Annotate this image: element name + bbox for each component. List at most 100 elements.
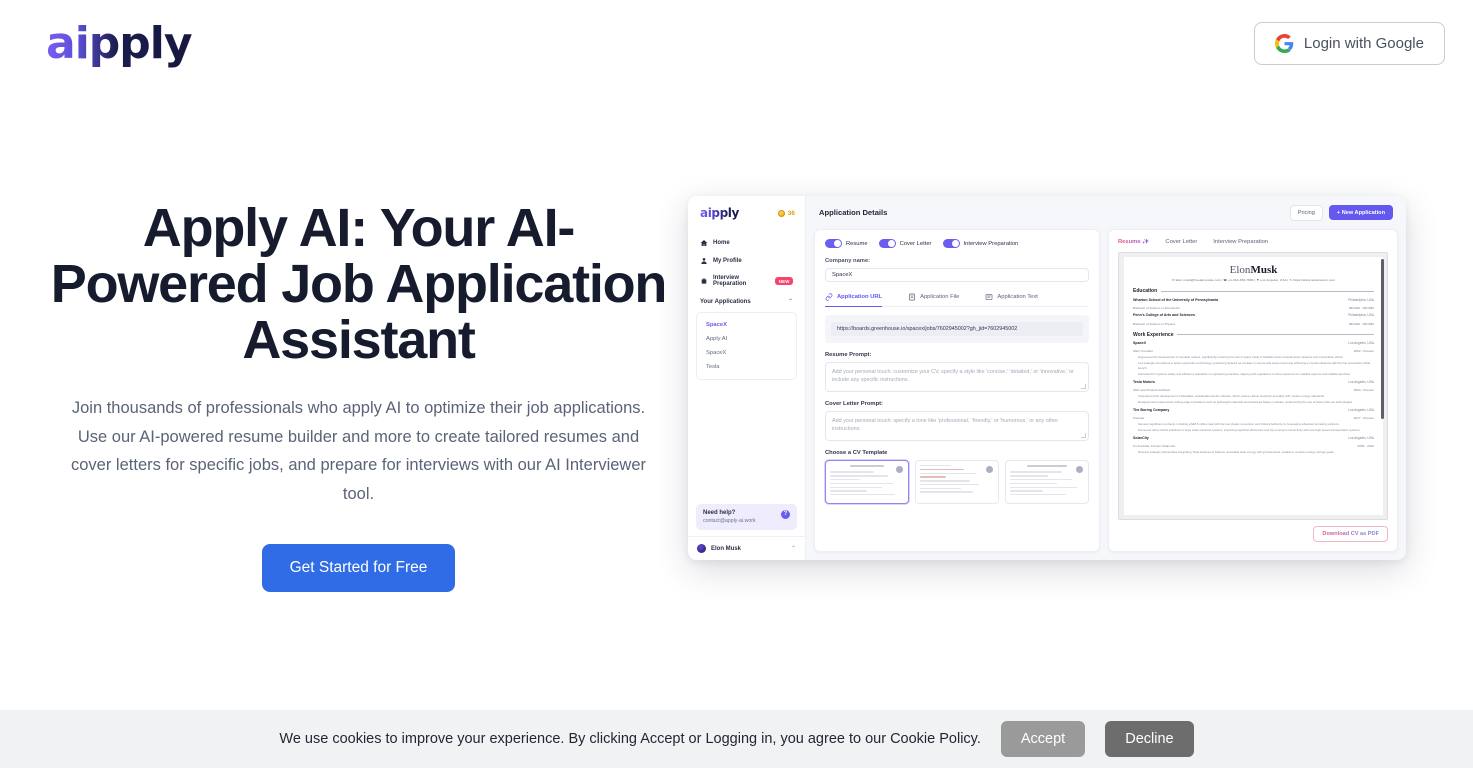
- download-cv-pdf-button[interactable]: Download CV as PDF: [1313, 526, 1388, 542]
- entry-bullet: Secured significant contracts, including…: [1138, 421, 1340, 426]
- resume-document: ElonMusk ✉ Elon.musk@freelancetute.com |…: [1124, 257, 1383, 515]
- resume-education-heading: Education: [1133, 288, 1374, 294]
- list-item[interactable]: SpaceX: [697, 346, 796, 360]
- file-icon: [909, 293, 916, 301]
- entry-dates: 2006 - 2016: [1357, 443, 1374, 448]
- cv-template-option[interactable]: [915, 460, 999, 504]
- entry-bullet: Directed strategic partnerships integrat…: [1138, 449, 1335, 454]
- chevron-up-icon: ⌃: [790, 546, 796, 552]
- sidebar-item-label: My Profile: [713, 258, 742, 264]
- sidebar-section-your-applications[interactable]: Your Applications ⌃: [697, 292, 796, 310]
- resume-contact-line: ✉ Elon.musk@freelancetute.com | ☎ +1-310…: [1171, 278, 1336, 282]
- resume-prompt-input[interactable]: Add your personal touch: customize your …: [825, 362, 1089, 392]
- entry-bullet: Designed and implemented cutting-edge in…: [1138, 399, 1353, 404]
- toggle-cover-letter[interactable]: Cover Letter: [878, 239, 932, 248]
- application-url-section: https://boards.greenhouse.io/spacex/jobs…: [825, 315, 1089, 343]
- entry-location: Los Angeles, USA: [1348, 407, 1374, 412]
- app-main-body: Resume Cover Letter Interview Preparatio…: [806, 229, 1406, 560]
- toggle-switch[interactable]: [825, 239, 842, 248]
- help-card[interactable]: Need help? contact@apply-ai.work ?: [696, 503, 797, 530]
- sidebar-user-name: Elon Musk: [711, 545, 742, 552]
- cv-template-option[interactable]: [1005, 460, 1089, 504]
- accept-cookies-button[interactable]: Accept: [1000, 721, 1086, 757]
- entry-subtitle: CEO, Founder: [1133, 349, 1153, 354]
- entry-location: Philadelphia, USA: [1348, 297, 1374, 302]
- application-url-input[interactable]: https://boards.greenhouse.io/spacex/jobs…: [831, 322, 1083, 336]
- entry-org: Tesla Motors: [1133, 379, 1155, 384]
- entry-subtitle: Bachelor of Science in Physics: [1133, 321, 1176, 326]
- page-title: Apply AI: Your AI-Powered Job Applicatio…: [50, 198, 668, 371]
- tab-application-text[interactable]: Application Text: [985, 293, 1038, 301]
- avatar: [1076, 466, 1083, 473]
- entry-subtitle: Co-Founder, Former Chairman: [1133, 443, 1176, 448]
- cv-template-option[interactable]: [825, 460, 909, 504]
- sidebar-nav: Home My Profile Interview Preparation NE…: [688, 234, 805, 310]
- toggle-switch[interactable]: [878, 239, 896, 248]
- new-application-button[interactable]: + New Application: [1328, 205, 1393, 220]
- sidebar-item-my-profile[interactable]: My Profile: [697, 252, 796, 270]
- app-sidebar: aipply 36 Home My Profile Interview Prep…: [688, 196, 806, 560]
- entry-subtitle: CEO and Product Architect: [1133, 387, 1170, 392]
- resume-entry: The Boring Company Los Angeles, USA: [1133, 408, 1374, 412]
- sidebar-item-label: Interview Preparation: [713, 275, 747, 287]
- entry-org: SpaceX: [1133, 341, 1146, 346]
- list-item[interactable]: Apply AI: [697, 332, 796, 346]
- company-name-input[interactable]: SpaceX: [825, 268, 1089, 282]
- tab-interview-preparation[interactable]: Interview Preparation: [1213, 239, 1268, 245]
- user-icon: [701, 258, 707, 264]
- preview-tabs: Resume ✨ Cover Letter Interview Preparat…: [1118, 239, 1388, 245]
- tab-application-file[interactable]: Application File: [908, 293, 959, 301]
- entry-subtitle: Founder: [1133, 415, 1145, 420]
- toggle-resume[interactable]: Resume: [825, 239, 868, 248]
- resume-entry: Tesla Motors Los Angeles, USA: [1133, 380, 1374, 384]
- cover-letter-prompt-label: Cover Letter Prompt:: [825, 401, 883, 407]
- hero-subtitle: Join thousands of professionals who appl…: [71, 399, 646, 503]
- scrollbar[interactable]: [1381, 259, 1384, 419]
- pricing-button[interactable]: Pricing: [1289, 204, 1323, 221]
- avatar: [986, 466, 993, 473]
- entry-org: The Boring Company: [1133, 407, 1170, 412]
- get-started-button[interactable]: Get Started for Free: [261, 543, 456, 592]
- help-title: Need help?: [703, 509, 736, 516]
- entry-subtitle: Bachelor of Science in Economics: [1133, 305, 1180, 310]
- login-with-google-button[interactable]: Login with Google: [1253, 21, 1445, 65]
- cookie-banner-text: We use cookies to improve your experienc…: [279, 731, 981, 747]
- section-heading-text: Work Experience: [1133, 331, 1174, 338]
- sidebar-item-home[interactable]: Home: [697, 234, 796, 252]
- tab-resume[interactable]: Resume ✨: [1118, 239, 1149, 245]
- avatar: [697, 544, 706, 553]
- resume-entry: Penn's College of Arts and Sciences Phil…: [1133, 313, 1374, 317]
- tab-cover-letter[interactable]: Cover Letter: [1165, 239, 1197, 245]
- sidebar-logo: aipply: [700, 206, 739, 220]
- cv-template-label: Choose a CV Template: [825, 450, 888, 456]
- google-g-icon: [1274, 33, 1294, 53]
- brand-logo[interactable]: aipply: [46, 18, 193, 69]
- link-icon: [825, 293, 833, 301]
- sidebar-item-interview-preparation[interactable]: Interview Preparation NEW: [697, 270, 796, 292]
- resume-entry-sub: Bachelor of Science in Physics 08/1992 -…: [1133, 321, 1374, 326]
- entry-org: Wharton School of the University of Penn…: [1133, 297, 1219, 302]
- list-item[interactable]: Tesla: [697, 360, 796, 374]
- resume-last-name: Musk: [1250, 264, 1278, 276]
- resume-work-heading: Work Experience: [1133, 332, 1374, 338]
- resume-name: ElonMusk: [1133, 264, 1374, 276]
- resume-prompt-label: Resume Prompt:: [825, 352, 872, 358]
- list-item[interactable]: SpaceX: [697, 318, 796, 332]
- resume-document-viewer: ElonMusk ✉ Elon.musk@freelancetute.com |…: [1118, 252, 1388, 520]
- decline-cookies-button[interactable]: Decline: [1105, 721, 1194, 757]
- header-actions: Pricing + New Application: [1289, 204, 1393, 221]
- resume-entry: Wharton School of the University of Penn…: [1133, 298, 1374, 302]
- cover-letter-prompt-input[interactable]: Add your personal touch: specify a tone …: [825, 411, 1089, 441]
- toggle-switch[interactable]: [942, 239, 960, 248]
- coin-balance[interactable]: 36: [777, 209, 795, 217]
- sidebar-user[interactable]: Elon Musk ⌃: [688, 536, 805, 560]
- coin-icon: [777, 209, 785, 217]
- source-tabs: Application URL Application File Applica…: [825, 293, 1089, 308]
- company-name-label: Company name:: [825, 258, 871, 264]
- toggle-interview-preparation[interactable]: Interview Preparation: [942, 239, 1018, 248]
- app-page-title: Application Details: [819, 208, 888, 217]
- question-mark-icon[interactable]: ?: [781, 509, 790, 519]
- tab-application-url[interactable]: Application URL: [825, 293, 883, 308]
- app-main-header: Application Details Pricing + New Applic…: [806, 196, 1406, 229]
- landing-page: aipply Login with Google Apply AI: Your …: [0, 0, 1473, 768]
